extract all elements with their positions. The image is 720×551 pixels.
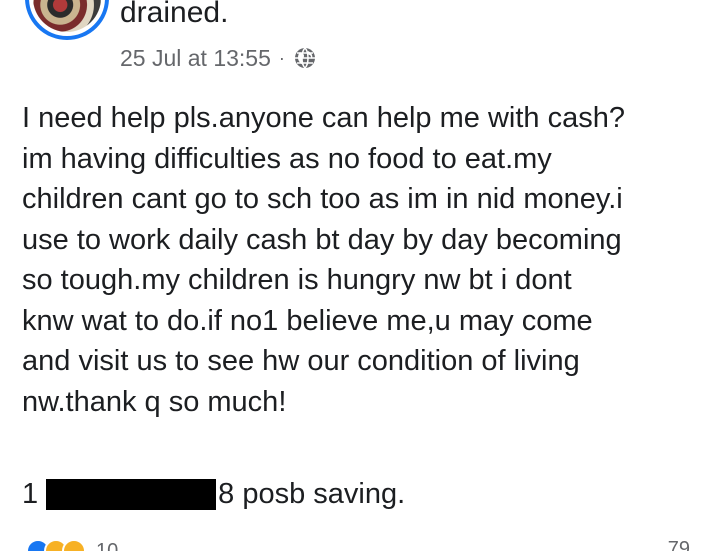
post-line: and visit us to see hw our condition of … — [22, 345, 580, 377]
avatar-image — [33, 0, 101, 32]
avatar[interactable] — [25, 0, 109, 40]
post-meta: 25 Jul at 13:55 · — [120, 44, 317, 72]
reactions-summary[interactable]: 10 — [26, 538, 118, 551]
globe-icon[interactable] — [293, 46, 317, 70]
wow-icon — [62, 539, 86, 551]
post-line: children cant go to sch too as im in nid… — [22, 183, 623, 215]
meta-separator: · — [278, 47, 285, 68]
account-prefix: 1 — [22, 477, 39, 510]
post-line: nw.thank q so much! — [22, 385, 287, 418]
redaction-bar — [46, 478, 217, 510]
post-timestamp[interactable]: 25 Jul at 13:55 — [120, 45, 271, 72]
comments-count[interactable]: 79 — [668, 538, 690, 551]
post-line: I need help pls.anyone can help me with … — [22, 102, 625, 134]
post-line: knw wat to do.if no1 believe me,u may co… — [22, 304, 593, 337]
account-line: 1 8 posb saving. — [22, 476, 405, 512]
post-line: so tough.my children is hungry nw bt i d… — [22, 264, 572, 296]
account-suffix: 8 posb saving. — [218, 477, 406, 510]
post-line: im having difficulties as no food to eat… — [22, 142, 552, 175]
author-name[interactable]: drained. — [120, 0, 228, 30]
reaction-count: 10 — [96, 539, 119, 551]
post-line: use to work daily cash bt day by day bec… — [22, 223, 622, 256]
post-body: I need help pls.anyone can help me with … — [22, 98, 712, 422]
